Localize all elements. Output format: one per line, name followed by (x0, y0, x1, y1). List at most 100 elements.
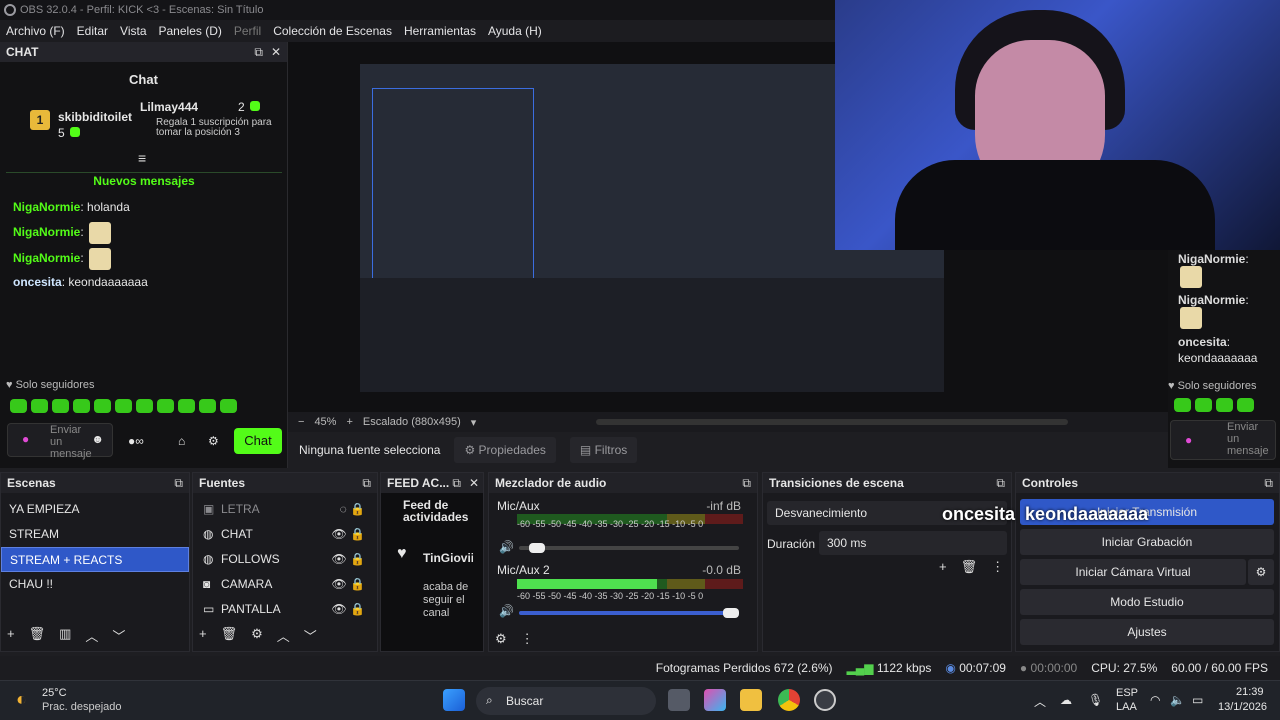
menu-ayuda[interactable]: Ayuda (H) (488, 24, 542, 38)
mic-icon[interactable]: ● (22, 432, 29, 446)
expand-icon[interactable]: ≡ (138, 150, 146, 166)
menu-archivo[interactable]: Archivo (F) (6, 24, 65, 38)
menu-dots-icon[interactable]: ⋮ (991, 559, 1004, 575)
emote-bar[interactable] (10, 399, 241, 413)
gift-count: 5 (58, 126, 65, 140)
float-icon[interactable]: ⧉ (1264, 473, 1273, 493)
start-virtual-camera-button[interactable]: Iniciar Cámara Virtual (1020, 559, 1246, 585)
settings-button[interactable]: Ajustes (1020, 619, 1274, 645)
properties-button[interactable]: ⚙ Propiedades (454, 437, 556, 463)
transitions-dock: Transiciones de escena ⧉ Desvanecimiento … (762, 472, 1012, 652)
studio-mode-button[interactable]: Modo Estudio (1020, 589, 1274, 615)
wifi-icon[interactable]: ◠ (1150, 693, 1160, 707)
emoji-icon[interactable]: ☻ (91, 432, 104, 446)
copilot-icon[interactable] (704, 689, 726, 711)
menu-coleccion-escenas[interactable]: Colección de Escenas (273, 24, 392, 38)
chat-input[interactable]: ● Enviar un mensaje ☻ (7, 423, 113, 460)
eye-icon: 👁 🔒 (331, 577, 365, 591)
file-explorer-icon[interactable] (740, 689, 762, 711)
volume-slider[interactable] (519, 543, 739, 553)
keyboard-layout[interactable]: LAA (1116, 701, 1137, 713)
trash-icon[interactable]: 🗑 (961, 559, 978, 575)
browser-icon: ◍ (203, 552, 214, 566)
cpu-usage: CPU: 27.5% (1091, 661, 1158, 675)
menu-editar[interactable]: Editar (77, 24, 108, 38)
task-view-icon[interactable] (668, 689, 690, 711)
close-icon[interactable]: ✕ (469, 473, 479, 493)
trash-icon[interactable]: 🗑 (29, 626, 46, 645)
gift-icon (250, 101, 260, 111)
duration-input[interactable]: 300 ms (819, 531, 1007, 555)
clock-time[interactable]: 21:39 (1236, 686, 1264, 698)
down-icon[interactable]: ﹀ (304, 626, 317, 645)
scene-item[interactable]: YA EMPIEZA (1, 497, 189, 522)
add-icon[interactable]: + (199, 626, 207, 645)
gear-icon[interactable]: ⚙ (251, 626, 263, 645)
store-icon[interactable]: ⌂ (178, 434, 185, 448)
source-item[interactable]: ◙ CAMARA 👁 🔒 (193, 572, 377, 597)
speaker-icon[interactable]: 🔊 (499, 540, 514, 554)
close-icon[interactable]: ✕ (271, 42, 281, 62)
gear-icon[interactable]: ⚙ (1248, 559, 1274, 585)
up-icon[interactable]: ︿ (85, 626, 98, 645)
mic-icon[interactable]: 🎙 (1088, 693, 1103, 707)
cloud-icon[interactable]: ☁ (1060, 693, 1072, 707)
start-recording-button[interactable]: Iniciar Grabación (1020, 529, 1274, 555)
chevron-up-icon[interactable]: ︿ (1034, 693, 1046, 710)
zoom-out-button[interactable]: − (298, 416, 304, 428)
channel-db: -0.0 dB (702, 563, 741, 577)
add-icon[interactable]: + (939, 559, 947, 575)
float-icon[interactable]: ⧉ (742, 473, 751, 493)
source-item[interactable]: ◍ CHAT 👁 🔒 (193, 522, 377, 547)
source-item[interactable]: ▭ PANTALLA 👁 🔒 (193, 597, 377, 622)
filters-button[interactable]: ▤ Filtros (569, 437, 638, 463)
scene-item[interactable]: CHAU !! (1, 572, 189, 597)
float-icon[interactable]: ⧉ (174, 473, 183, 493)
gifter-name: skibbiditoilet (58, 110, 133, 124)
send-chat-button[interactable]: Chat (234, 428, 282, 454)
volume-slider[interactable] (519, 608, 739, 618)
source-item[interactable]: ◍ FOLLOWS 👁 🔒 (193, 547, 377, 572)
chat-message-text: keondaaaaaaa (1178, 351, 1258, 365)
float-icon[interactable]: ⧉ (254, 42, 263, 62)
feed-header: FEED AC... ⧉ ✕ (381, 473, 483, 493)
windows-start-icon[interactable] (443, 689, 465, 711)
chevron-down-icon[interactable]: ▾ (471, 416, 477, 429)
filter-icon[interactable]: ▥ (59, 626, 71, 645)
float-icon[interactable]: ⧉ (452, 473, 461, 493)
settings-icon[interactable]: ⚙ (208, 434, 219, 448)
gear-icon[interactable]: ⚙ (495, 631, 507, 647)
down-icon[interactable]: ﹀ (112, 626, 125, 645)
speaker-icon[interactable]: 🔊 (499, 604, 514, 618)
source-item[interactable]: ▣ LETRA ◌ 🔒 (193, 497, 377, 522)
volume-icon[interactable]: 🔈 (1170, 693, 1185, 707)
menu-paneles[interactable]: Paneles (D) (159, 24, 222, 38)
preview-scrollbar[interactable] (596, 419, 1068, 425)
camera-icon: ◙ (203, 577, 211, 591)
trash-icon[interactable]: 🗑 (221, 626, 238, 645)
clock-date[interactable]: 13/1/2026 (1218, 701, 1267, 713)
language-code[interactable]: ESP (1116, 687, 1138, 699)
menu-dots-icon[interactable]: ⋮ (521, 631, 534, 647)
zoom-in-button[interactable]: + (346, 416, 352, 428)
users-icon[interactable]: ●∞ (128, 434, 144, 448)
obs-taskbar-icon[interactable] (814, 689, 836, 711)
up-icon[interactable]: ︿ (277, 626, 290, 645)
chat-message: NigaNormie: holanda (13, 200, 130, 214)
scaling-label[interactable]: Escalado (880x495) (363, 416, 461, 428)
scene-item[interactable]: STREAM (1, 522, 189, 547)
weather-icon[interactable]: ◐ (16, 689, 27, 710)
chat-input: ● Enviar un mensaje (1170, 420, 1276, 460)
battery-icon[interactable]: ▭ (1192, 693, 1203, 707)
float-icon[interactable]: ⧉ (996, 473, 1005, 493)
float-icon[interactable]: ⧉ (362, 473, 371, 493)
search-box[interactable]: ⌕ Buscar (476, 687, 656, 715)
menu-vista[interactable]: Vista (120, 24, 146, 38)
add-icon[interactable]: + (7, 626, 15, 645)
scene-item-selected[interactable]: STREAM + REACTS (1, 547, 189, 572)
preview-toolbar: − 45% + Escalado (880x495) ▾ (288, 412, 1168, 432)
chrome-icon[interactable] (778, 689, 800, 711)
menu-perfil[interactable]: Perfil (234, 24, 261, 38)
followers-only-label: ♥ Solo seguidores (6, 379, 95, 391)
menu-herramientas[interactable]: Herramientas (404, 24, 476, 38)
